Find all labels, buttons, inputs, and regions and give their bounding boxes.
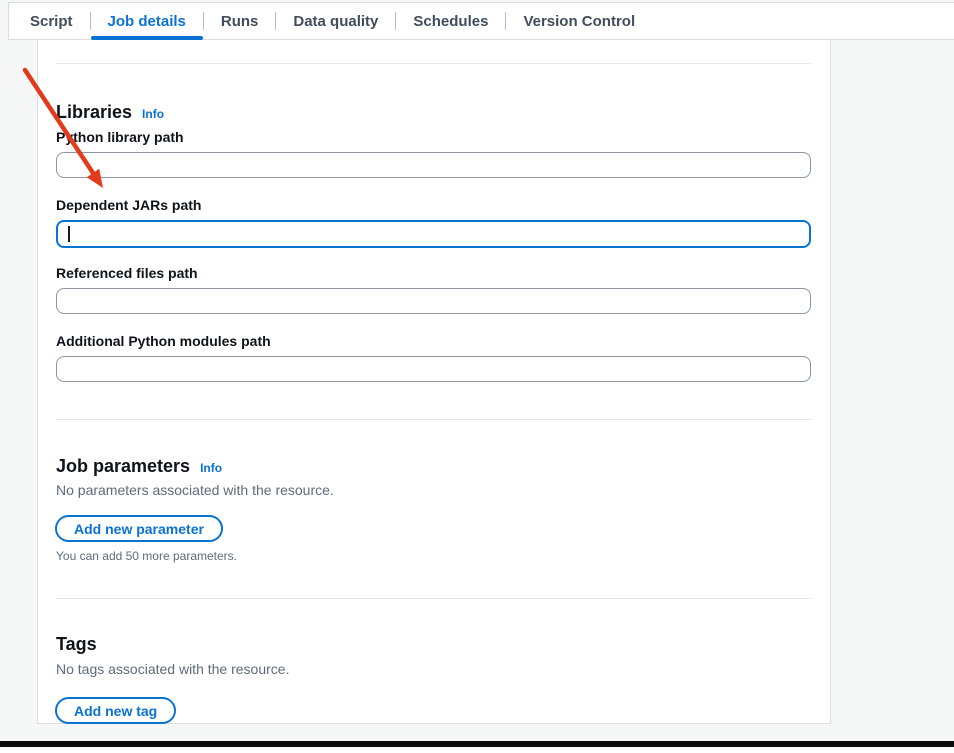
tab-version-control-label: Version Control	[523, 13, 635, 30]
tab-script-label: Script	[30, 13, 73, 30]
additional-python-modules-path-input[interactable]	[56, 356, 811, 382]
tags-section-heading: Tags	[56, 634, 97, 654]
tab-bar: Script Job details Runs Data quality Sch…	[8, 2, 954, 40]
job-parameters-section-heading: Job parameters Info	[56, 456, 222, 478]
text-cursor	[68, 226, 70, 242]
tab-runs[interactable]: Runs	[204, 3, 276, 39]
tab-script[interactable]: Script	[13, 3, 90, 39]
dependent-jars-path-input[interactable]	[56, 220, 811, 248]
python-library-path-input[interactable]	[56, 152, 811, 178]
tab-data-quality[interactable]: Data quality	[276, 3, 395, 39]
window-bottom-bar	[0, 741, 954, 747]
tab-job-details-label: Job details	[108, 13, 186, 30]
referenced-files-path-input[interactable]	[56, 288, 811, 314]
tags-title: Tags	[56, 634, 97, 654]
tags-empty-text: No tags associated with the resource.	[56, 662, 289, 677]
job-parameters-info-link[interactable]: Info	[200, 458, 222, 478]
add-new-tag-button[interactable]: Add new tag	[55, 697, 176, 724]
referenced-files-path-label: Referenced files path	[56, 266, 198, 281]
additional-python-modules-path-label: Additional Python modules path	[56, 334, 271, 349]
tab-schedules[interactable]: Schedules	[396, 3, 505, 39]
job-parameters-title: Job parameters	[56, 456, 190, 476]
job-details-panel: Libraries Info Python library path Depen…	[37, 40, 831, 724]
section-divider	[56, 419, 811, 420]
section-divider	[56, 63, 811, 64]
job-parameters-empty-text: No parameters associated with the resour…	[56, 483, 334, 498]
tab-job-details[interactable]: Job details	[91, 3, 203, 39]
tab-schedules-label: Schedules	[413, 13, 488, 30]
tab-runs-label: Runs	[221, 13, 259, 30]
libraries-title: Libraries	[56, 102, 132, 122]
libraries-info-link[interactable]: Info	[142, 104, 164, 124]
section-divider	[56, 598, 811, 599]
tab-version-control[interactable]: Version Control	[506, 3, 652, 39]
tab-data-quality-label: Data quality	[293, 13, 378, 30]
python-library-path-label: Python library path	[56, 130, 184, 145]
job-parameters-note: You can add 50 more parameters.	[56, 549, 237, 563]
add-new-parameter-button[interactable]: Add new parameter	[55, 515, 223, 542]
dependent-jars-path-label: Dependent JARs path	[56, 198, 201, 213]
libraries-section-heading: Libraries Info	[56, 102, 164, 124]
